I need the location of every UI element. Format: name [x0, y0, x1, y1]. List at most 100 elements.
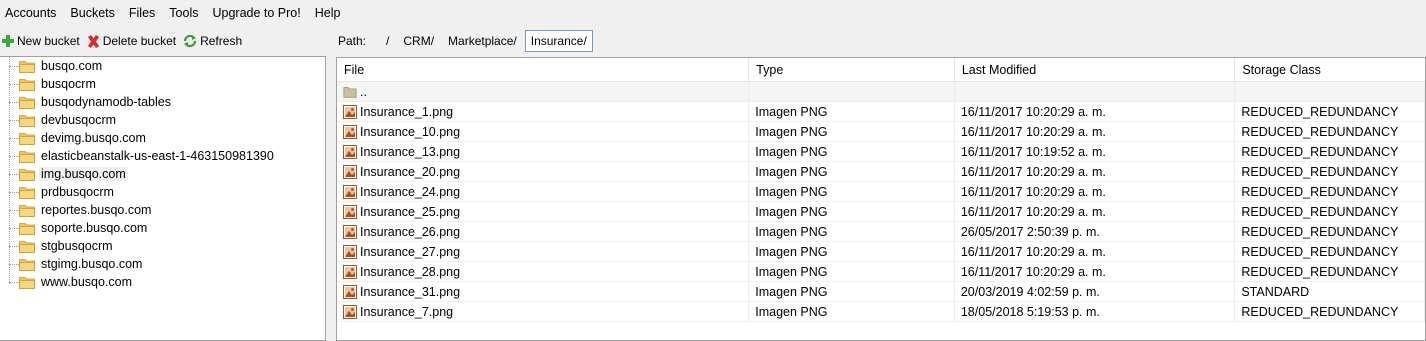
folder-icon — [19, 114, 35, 127]
bucket-item[interactable]: elasticbeanstalk-us-east-1-463150981390 — [0, 147, 325, 165]
png-image-icon — [343, 244, 357, 259]
file-row[interactable]: Insurance_28.png Imagen PNG 16/11/2017 10:… — [337, 261, 1425, 282]
file-last-modified: 16/11/2017 10:20:29 a. m. — [955, 181, 1236, 202]
menu-files[interactable]: Files — [123, 0, 163, 26]
folder-icon — [19, 78, 35, 91]
column-header-file[interactable]: File — [337, 58, 750, 82]
path-segment[interactable]: Insurance/ — [524, 30, 593, 52]
file-name-cell: Insurance_10.png — [337, 121, 750, 142]
file-storage-class: REDUCED_REDUNDANCY — [1235, 221, 1425, 242]
file-name: Insurance_20.png — [360, 164, 461, 179]
file-name: Insurance_25.png — [360, 204, 461, 219]
file-name-cell: Insurance_26.png — [337, 221, 750, 242]
tree-connector — [9, 228, 19, 229]
file-last-modified: 16/11/2017 10:20:29 a. m. — [955, 161, 1236, 182]
bucket-item[interactable]: soporte.busqo.com — [0, 219, 325, 237]
file-row[interactable]: Insurance_20.png Imagen PNG 16/11/2017 10:… — [337, 161, 1425, 182]
column-header-storage-class[interactable]: Storage Class — [1235, 58, 1425, 82]
file-type: Imagen PNG — [749, 141, 955, 162]
bucket-label: img.busqo.com — [39, 167, 128, 181]
file-last-modified: 16/11/2017 10:20:29 a. m. — [955, 261, 1236, 282]
file-row[interactable]: Insurance_31.png Imagen PNG 20/03/2019 4:0… — [337, 281, 1425, 302]
menu-help[interactable]: Help — [309, 0, 349, 26]
file-row[interactable]: Insurance_13.png Imagen PNG 16/11/2017 10:… — [337, 141, 1425, 162]
file-storage-class: REDUCED_REDUNDANCY — [1235, 301, 1425, 322]
parent-folder-cell: .. — [337, 81, 750, 102]
menu-tools[interactable]: Tools — [163, 0, 206, 26]
file-type: Imagen PNG — [749, 101, 955, 122]
bucket-item[interactable]: devbusqocrm — [0, 111, 325, 129]
file-row[interactable]: Insurance_1.png Imagen PNG 16/11/2017 10:2… — [337, 101, 1425, 122]
file-storage-class: STANDARD — [1235, 281, 1425, 302]
bucket-label: soporte.busqo.com — [41, 221, 148, 235]
png-image-icon — [343, 264, 357, 279]
file-name-cell: Insurance_13.png — [337, 141, 750, 162]
bucket-item[interactable]: stgimg.busqo.com — [0, 255, 325, 273]
file-type: Imagen PNG — [749, 181, 955, 202]
bucket-item[interactable]: busqo.com — [0, 57, 325, 75]
path-segment[interactable]: CRM/ — [397, 30, 440, 52]
refresh-button[interactable]: Refresh — [182, 33, 242, 49]
plus-icon — [2, 35, 14, 47]
tree-connector — [9, 264, 19, 265]
file-last-modified: 16/11/2017 10:20:29 a. m. — [955, 241, 1236, 262]
file-storage-class: REDUCED_REDUNDANCY — [1235, 261, 1425, 282]
file-last-modified: 16/11/2017 10:19:52 a. m. — [955, 141, 1236, 162]
png-image-icon — [343, 304, 357, 319]
file-last-modified: 16/11/2017 10:20:29 a. m. — [955, 201, 1236, 222]
file-name-cell: Insurance_1.png — [337, 101, 750, 122]
delete-bucket-label: Delete bucket — [102, 34, 177, 48]
file-name: Insurance_10.png — [360, 124, 461, 139]
column-header-last-modified[interactable]: Last Modified — [955, 58, 1236, 82]
path-segment[interactable]: Marketplace/ — [442, 30, 523, 52]
tree-connector — [9, 192, 19, 193]
file-row[interactable]: Insurance_10.png Imagen PNG 16/11/2017 10:… — [337, 121, 1425, 142]
parent-folder-row[interactable]: .. — [337, 81, 1425, 102]
file-name-cell: Insurance_24.png — [337, 181, 750, 202]
bucket-label: devimg.busqo.com — [41, 131, 146, 145]
delete-bucket-button[interactable]: Delete bucket — [86, 34, 176, 49]
bucket-label: www.busqo.com — [41, 275, 133, 289]
file-storage-class: REDUCED_REDUNDANCY — [1235, 201, 1425, 222]
file-type: Imagen PNG — [749, 261, 955, 282]
file-storage-class: REDUCED_REDUNDANCY — [1235, 101, 1425, 122]
tree-connector — [9, 282, 19, 283]
menu-upgrade-to-pro[interactable]: Upgrade to Pro! — [206, 0, 308, 26]
bucket-item[interactable]: busqodynamodb-tables — [0, 93, 325, 111]
file-last-modified: 16/11/2017 10:20:29 a. m. — [955, 121, 1236, 142]
file-type: Imagen PNG — [749, 201, 955, 222]
file-row[interactable]: Insurance_25.png Imagen PNG 16/11/2017 10:… — [337, 201, 1425, 222]
bucket-item[interactable]: busqocrm — [0, 75, 325, 93]
file-name: Insurance_28.png — [360, 264, 461, 279]
file-storage-class: REDUCED_REDUNDANCY — [1235, 241, 1425, 262]
bucket-item[interactable]: stgbusqocrm — [0, 237, 325, 255]
column-header-type[interactable]: Type — [749, 58, 955, 82]
file-row[interactable]: Insurance_24.png Imagen PNG 16/11/2017 10:… — [337, 181, 1425, 202]
folder-icon — [19, 150, 35, 163]
file-name-cell: Insurance_7.png — [337, 301, 750, 322]
bucket-tree[interactable]: busqo.com busqocrm busqodynamodb-tables dev… — [0, 56, 326, 341]
bucket-item[interactable]: reportes.busqo.com — [0, 201, 325, 219]
file-row[interactable]: Insurance_27.png Imagen PNG 16/11/2017 10:… — [337, 241, 1425, 262]
new-bucket-button[interactable]: New bucket — [1, 34, 80, 48]
file-name: Insurance_31.png — [360, 284, 461, 299]
folder-icon — [19, 240, 35, 253]
file-last-modified: 18/05/2018 5:19:53 p. m. — [955, 301, 1236, 322]
new-bucket-label: New bucket — [17, 34, 80, 48]
menu-buckets[interactable]: Buckets — [64, 0, 122, 26]
menu-bar: Accounts Buckets Files Tools Upgrade to Pro!… — [0, 0, 1426, 26]
bucket-item[interactable]: devimg.busqo.com — [0, 129, 325, 147]
bucket-item[interactable]: img.busqo.com — [0, 165, 325, 183]
bucket-label: busqo.com — [41, 59, 103, 73]
bucket-item[interactable]: www.busqo.com — [0, 273, 325, 291]
file-row[interactable]: Insurance_7.png Imagen PNG 18/05/2018 5:19… — [337, 301, 1425, 322]
folder-icon — [19, 258, 35, 271]
bucket-label: prdbusqocrm — [41, 185, 114, 199]
tree-connector — [9, 210, 19, 211]
folder-icon — [19, 204, 35, 217]
path-segment[interactable]: / — [380, 30, 395, 52]
menu-accounts[interactable]: Accounts — [0, 0, 64, 26]
bucket-item[interactable]: prdbusqocrm — [0, 183, 325, 201]
tree-connector — [9, 84, 19, 85]
file-row[interactable]: Insurance_26.png Imagen PNG 26/05/2017 2:5… — [337, 221, 1425, 242]
